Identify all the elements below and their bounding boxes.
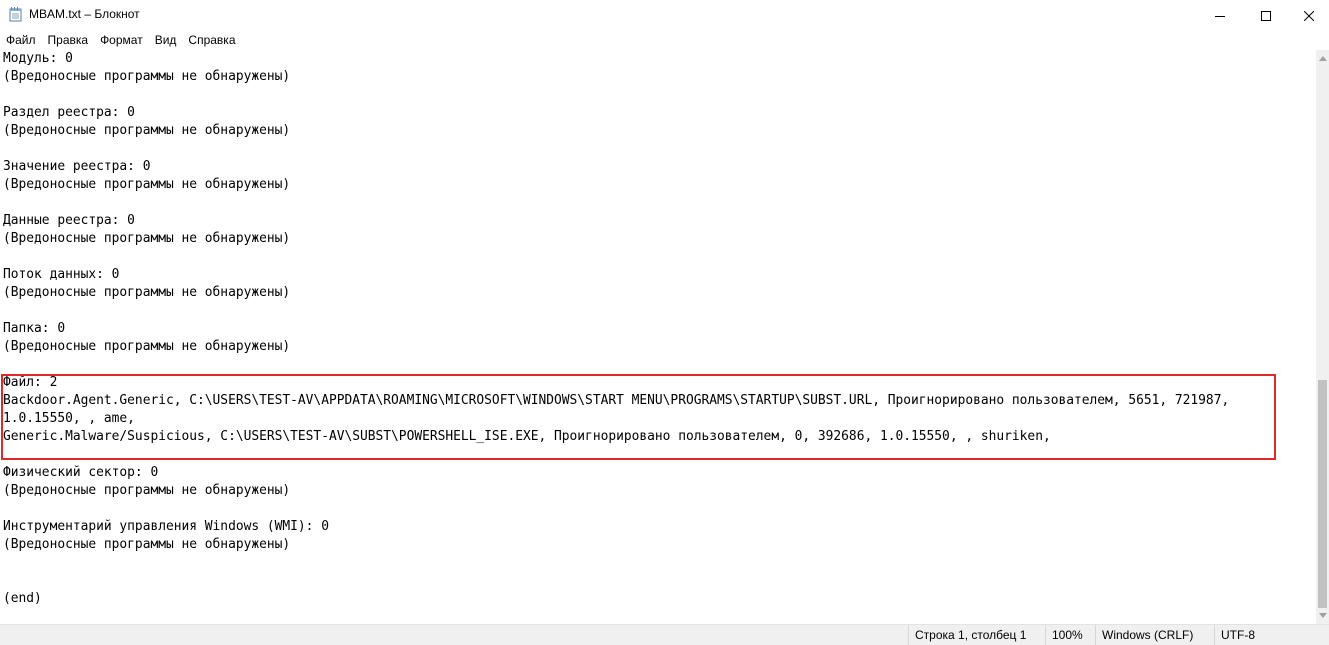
menu-view[interactable]: Вид <box>149 30 183 50</box>
text-line: (Вредоносные программы не обнаружены) <box>3 123 291 138</box>
close-icon <box>1303 6 1315 25</box>
menu-bar: Файл Правка Формат Вид Справка <box>0 30 1329 50</box>
highlight-annotation-box <box>1 374 1276 460</box>
text-line: 1.0.15550, , ame, <box>3 411 135 426</box>
maximize-icon <box>1261 6 1271 25</box>
menu-edit[interactable]: Правка <box>42 30 95 50</box>
minimize-button[interactable] <box>1197 0 1243 30</box>
maximize-button[interactable] <box>1243 0 1289 30</box>
text-line: (Вредоносные программы не обнаружены) <box>3 339 291 354</box>
status-line-endings: Windows (CRLF) <box>1095 625 1213 645</box>
text-line: Физический сектор: 0 <box>3 465 159 480</box>
text-line: Данные реестра: 0 <box>3 213 135 228</box>
text-line: (Вредоносные программы не обнаружены) <box>3 231 291 246</box>
menu-help[interactable]: Справка <box>182 30 241 50</box>
menu-file[interactable]: Файл <box>0 30 42 50</box>
status-zoom: 100% <box>1045 625 1095 645</box>
text-line: Файл: 2 <box>3 375 58 390</box>
text-editor-area[interactable]: (end) (Вредоносные программы не обнаружен… <box>0 50 1316 624</box>
status-encoding: UTF-8 <box>1214 625 1329 645</box>
window-title: MBAM.txt – Блокнот <box>29 7 140 21</box>
notepad-icon <box>9 7 22 22</box>
notepad-window: MBAM.txt – Блокнот Файл Правка Формат Ви… <box>0 0 1329 645</box>
minimize-icon <box>1215 6 1225 25</box>
vertical-scrollbar[interactable] <box>1316 50 1329 624</box>
close-button[interactable] <box>1289 0 1329 30</box>
text-line: (Вредоносные программы не обнаружены) <box>3 537 291 552</box>
text-line: (end) <box>3 591 42 606</box>
scroll-up-arrow[interactable] <box>1316 52 1329 65</box>
text-line: Значение реестра: 0 <box>3 159 151 174</box>
status-bar: Строка 1, столбец 1 100% Windows (CRLF) … <box>0 624 1329 645</box>
status-cursor-position: Строка 1, столбец 1 <box>908 625 1044 645</box>
text-line: (Вредоносные программы не обнаружены) <box>3 285 291 300</box>
text-line: Инструментарий управления Windows (WMI):… <box>3 519 329 534</box>
text-line: Backdoor.Agent.Generic, C:\USERS\TEST-AV… <box>3 393 1230 408</box>
scroll-down-arrow[interactable] <box>1316 609 1329 622</box>
text-line: Поток данных: 0 <box>3 267 120 282</box>
menu-format[interactable]: Формат <box>94 30 149 50</box>
text-line: Модуль: 0 <box>3 51 73 66</box>
text-line: (Вредоносные программы не обнаружены) <box>3 177 291 192</box>
text-line: Папка: 0 <box>3 321 66 336</box>
text-line: Generic.Malware/Suspicious, C:\USERS\TES… <box>3 429 1051 444</box>
scroll-thumb[interactable] <box>1318 380 1327 608</box>
text-line: (Вредоносные программы не обнаружены) <box>3 69 291 84</box>
title-bar[interactable]: MBAM.txt – Блокнот <box>0 0 1329 30</box>
text-line: (Вредоносные программы не обнаружены) <box>3 483 291 498</box>
text-line: Раздел реестра: 0 <box>3 105 135 120</box>
